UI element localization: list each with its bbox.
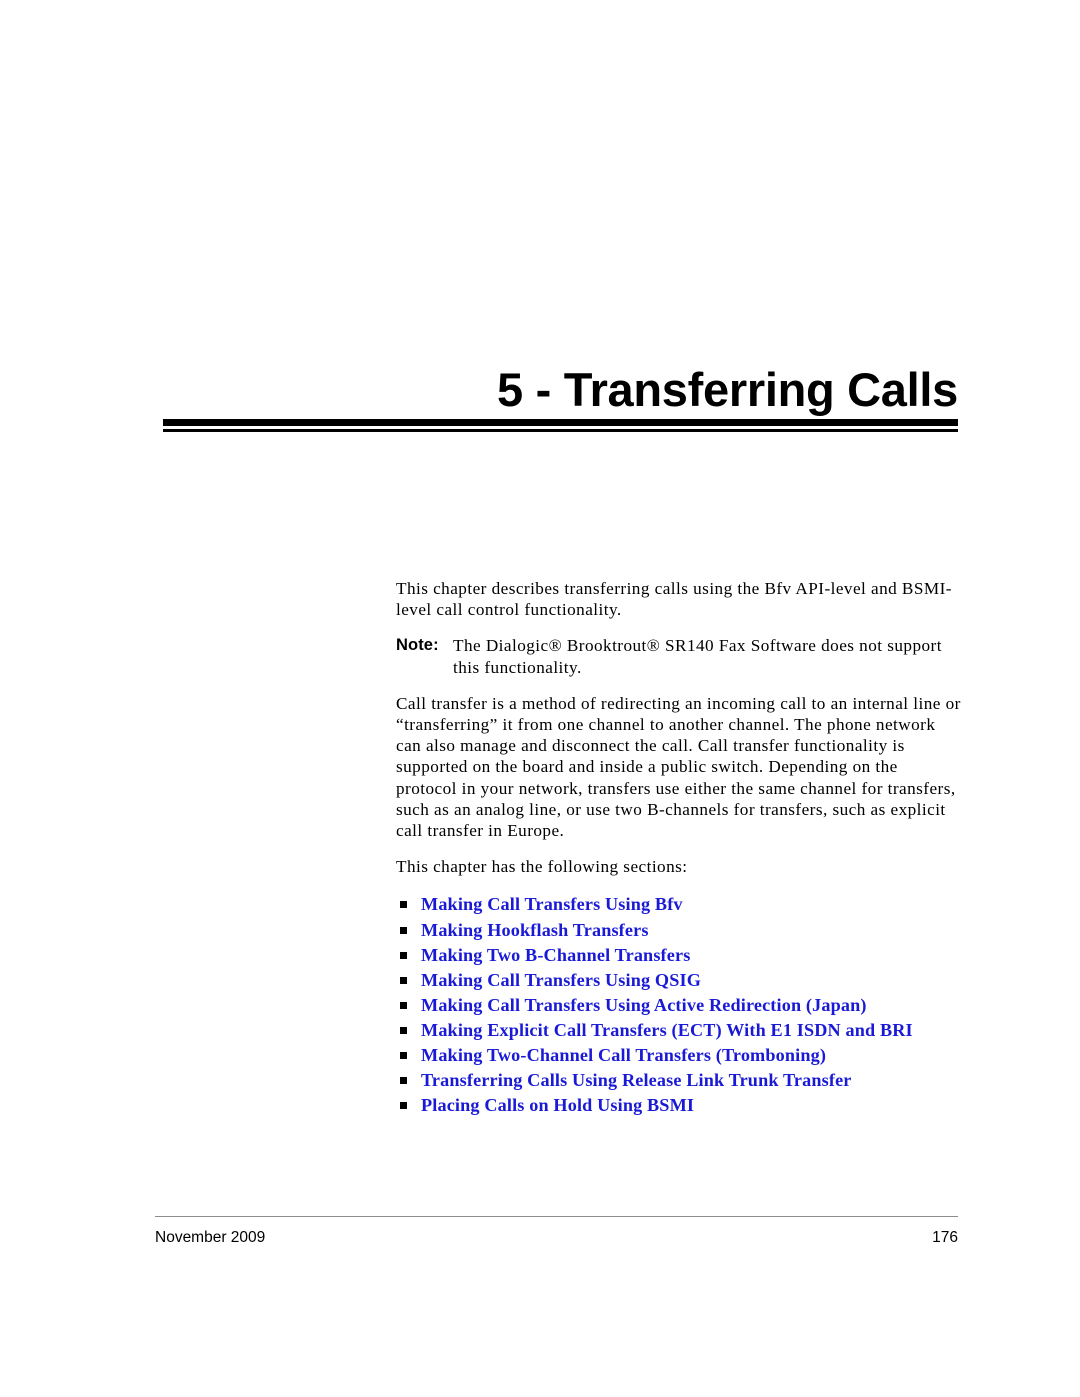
square-bullet-icon [400, 1001, 407, 1009]
footer-date: November 2009 [155, 1229, 266, 1246]
list-item[interactable]: Making Two B-Channel Transfers [396, 943, 961, 968]
note-text: The Dialogic® Brooktrout® SR140 Fax Soft… [453, 636, 942, 677]
footer-divider [155, 1216, 958, 1217]
list-item[interactable]: Making Explicit Call Transfers (ECT) Wit… [396, 1018, 961, 1043]
section-link[interactable]: Making Hookflash Transfers [421, 918, 649, 943]
divider-bar-thin [163, 429, 958, 432]
list-item[interactable]: Making Hookflash Transfers [396, 918, 961, 943]
section-link[interactable]: Transferring Calls Using Release Link Tr… [421, 1068, 852, 1093]
list-item[interactable]: Transferring Calls Using Release Link Tr… [396, 1068, 961, 1093]
square-bullet-icon [400, 1052, 407, 1059]
section-link[interactable]: Making Two-Channel Call Transfers (Tromb… [421, 1043, 826, 1068]
list-item[interactable]: Making Call Transfers Using QSIG [396, 968, 961, 993]
title-divider [163, 419, 958, 432]
section-link-list: Making Call Transfers Using Bfv Making H… [396, 892, 961, 1117]
list-item[interactable]: Making Call Transfers Using Active Redir… [396, 993, 961, 1018]
page-footer: November 2009 176 [155, 1216, 958, 1247]
list-item[interactable]: Making Call Transfers Using Bfv [396, 892, 961, 917]
intro-paragraph: This chapter describes transferring call… [396, 579, 952, 620]
content-column: This chapter describes transferring call… [396, 578, 961, 1118]
square-bullet-icon [400, 901, 407, 909]
section-link[interactable]: Making Call Transfers Using Active Redir… [421, 993, 867, 1018]
description-paragraph: Call transfer is a method of redirecting… [396, 693, 961, 841]
section-link[interactable]: Making Two B-Channel Transfers [421, 943, 690, 968]
section-link[interactable]: Making Explicit Call Transfers (ECT) Wit… [421, 1018, 913, 1043]
section-link[interactable]: Placing Calls on Hold Using BSMI [421, 1093, 694, 1118]
square-bullet-icon [400, 1026, 407, 1034]
document-page: 5 - Transferring Calls This chapter desc… [0, 0, 1080, 1397]
square-bullet-icon [400, 951, 407, 959]
list-item[interactable]: Making Two-Channel Call Transfers (Tromb… [396, 1043, 961, 1068]
section-link[interactable]: Making Call Transfers Using QSIG [421, 968, 701, 993]
square-bullet-icon [400, 1077, 407, 1085]
square-bullet-icon [400, 976, 407, 984]
note-label: Note: [396, 636, 439, 655]
footer-row: November 2009 176 [155, 1228, 958, 1247]
footer-page-number: 176 [932, 1229, 958, 1246]
square-bullet-icon [400, 1102, 407, 1110]
sections-lead-in: This chapter has the following sections: [396, 857, 688, 877]
divider-bar-thick [163, 419, 958, 426]
section-link[interactable]: Making Call Transfers Using Bfv [421, 892, 683, 917]
square-bullet-icon [400, 926, 407, 934]
note-block: Note: The Dialogic® Brooktrout® SR140 Fa… [396, 635, 961, 677]
list-item[interactable]: Placing Calls on Hold Using BSMI [396, 1093, 961, 1118]
page-title: 5 - Transferring Calls [497, 363, 958, 417]
